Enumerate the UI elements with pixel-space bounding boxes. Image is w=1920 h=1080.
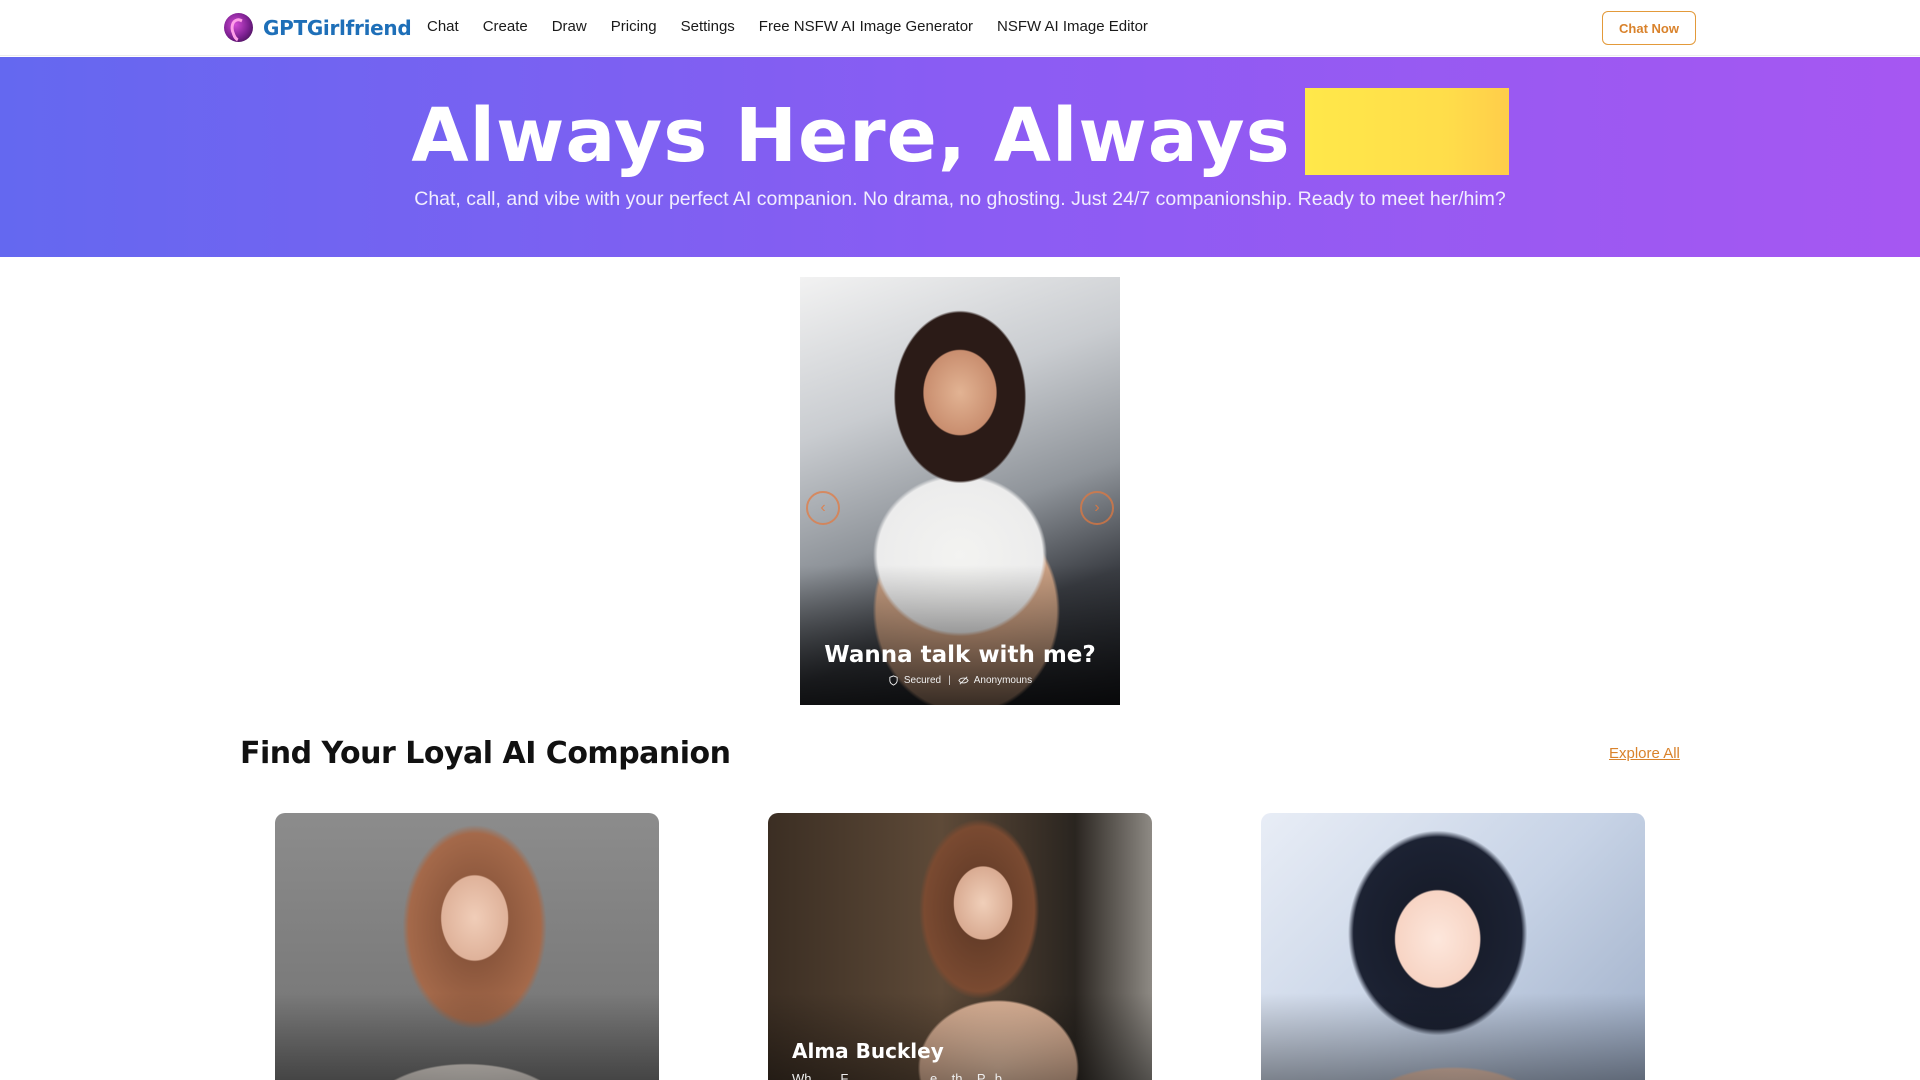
nav-link-create[interactable]: Create [483,18,528,35]
chevron-left-icon[interactable]: ‹ [806,491,840,525]
companion-name: Alma Buckley [792,1039,944,1063]
featured-companion-card[interactable]: ‹ › Wanna talk with me? Secured | Anonym… [800,277,1120,705]
explore-all-link[interactable]: Explore All [1609,745,1680,762]
companion-card[interactable]: Alma Buckley Wh... ... F... ... ... ... … [768,813,1152,1080]
top-navbar: GPTGirlfriend Chat Create Draw Pricing S… [0,0,1920,56]
shield-icon [889,675,898,686]
featured-card-badges: Secured | Anonymouns [800,675,1120,686]
chevron-right-icon[interactable]: › [1080,491,1114,525]
main-nav: Chat Create Draw Pricing Settings Free N… [427,18,1148,35]
nav-link-image-generator[interactable]: Free NSFW AI Image Generator [759,18,973,35]
badge-divider: | [948,675,951,686]
brand-name: GPTGirlfriend [263,15,412,40]
companion-card-overlay [275,993,659,1080]
companion-description: Wh... ... F... ... ... ... ... ...e ...t… [792,1071,1013,1080]
featured-card-title: Wanna talk with me? [824,642,1096,668]
nav-link-chat[interactable]: Chat [427,18,459,35]
nav-link-image-editor[interactable]: NSFW AI Image Editor [997,18,1148,35]
companion-card-overlay [1261,993,1645,1080]
companion-card[interactable] [275,813,659,1080]
nav-link-pricing[interactable]: Pricing [611,18,657,35]
secured-label: Secured [903,675,942,686]
companion-card-overlay [768,993,1152,1080]
logo-icon [224,13,253,42]
eye-off-icon [958,676,969,685]
companion-card[interactable] [1261,813,1645,1080]
chat-now-button[interactable]: Chat Now [1602,11,1696,45]
brand-logo[interactable]: GPTGirlfriend [224,13,412,42]
nav-link-draw[interactable]: Draw [552,18,587,35]
hero-title-text: Always Here, Always [411,93,1291,179]
hero-subtitle: Chat, call, and vibe with your perfect A… [414,188,1506,210]
companions-section-title: Find Your Loyal AI Companion [240,736,731,771]
nav-link-settings[interactable]: Settings [681,18,735,35]
hero-title: Always Here, Always [0,88,1920,179]
anonymous-label: Anonymouns [973,675,1033,686]
hero-rotating-word-highlight [1304,88,1509,175]
